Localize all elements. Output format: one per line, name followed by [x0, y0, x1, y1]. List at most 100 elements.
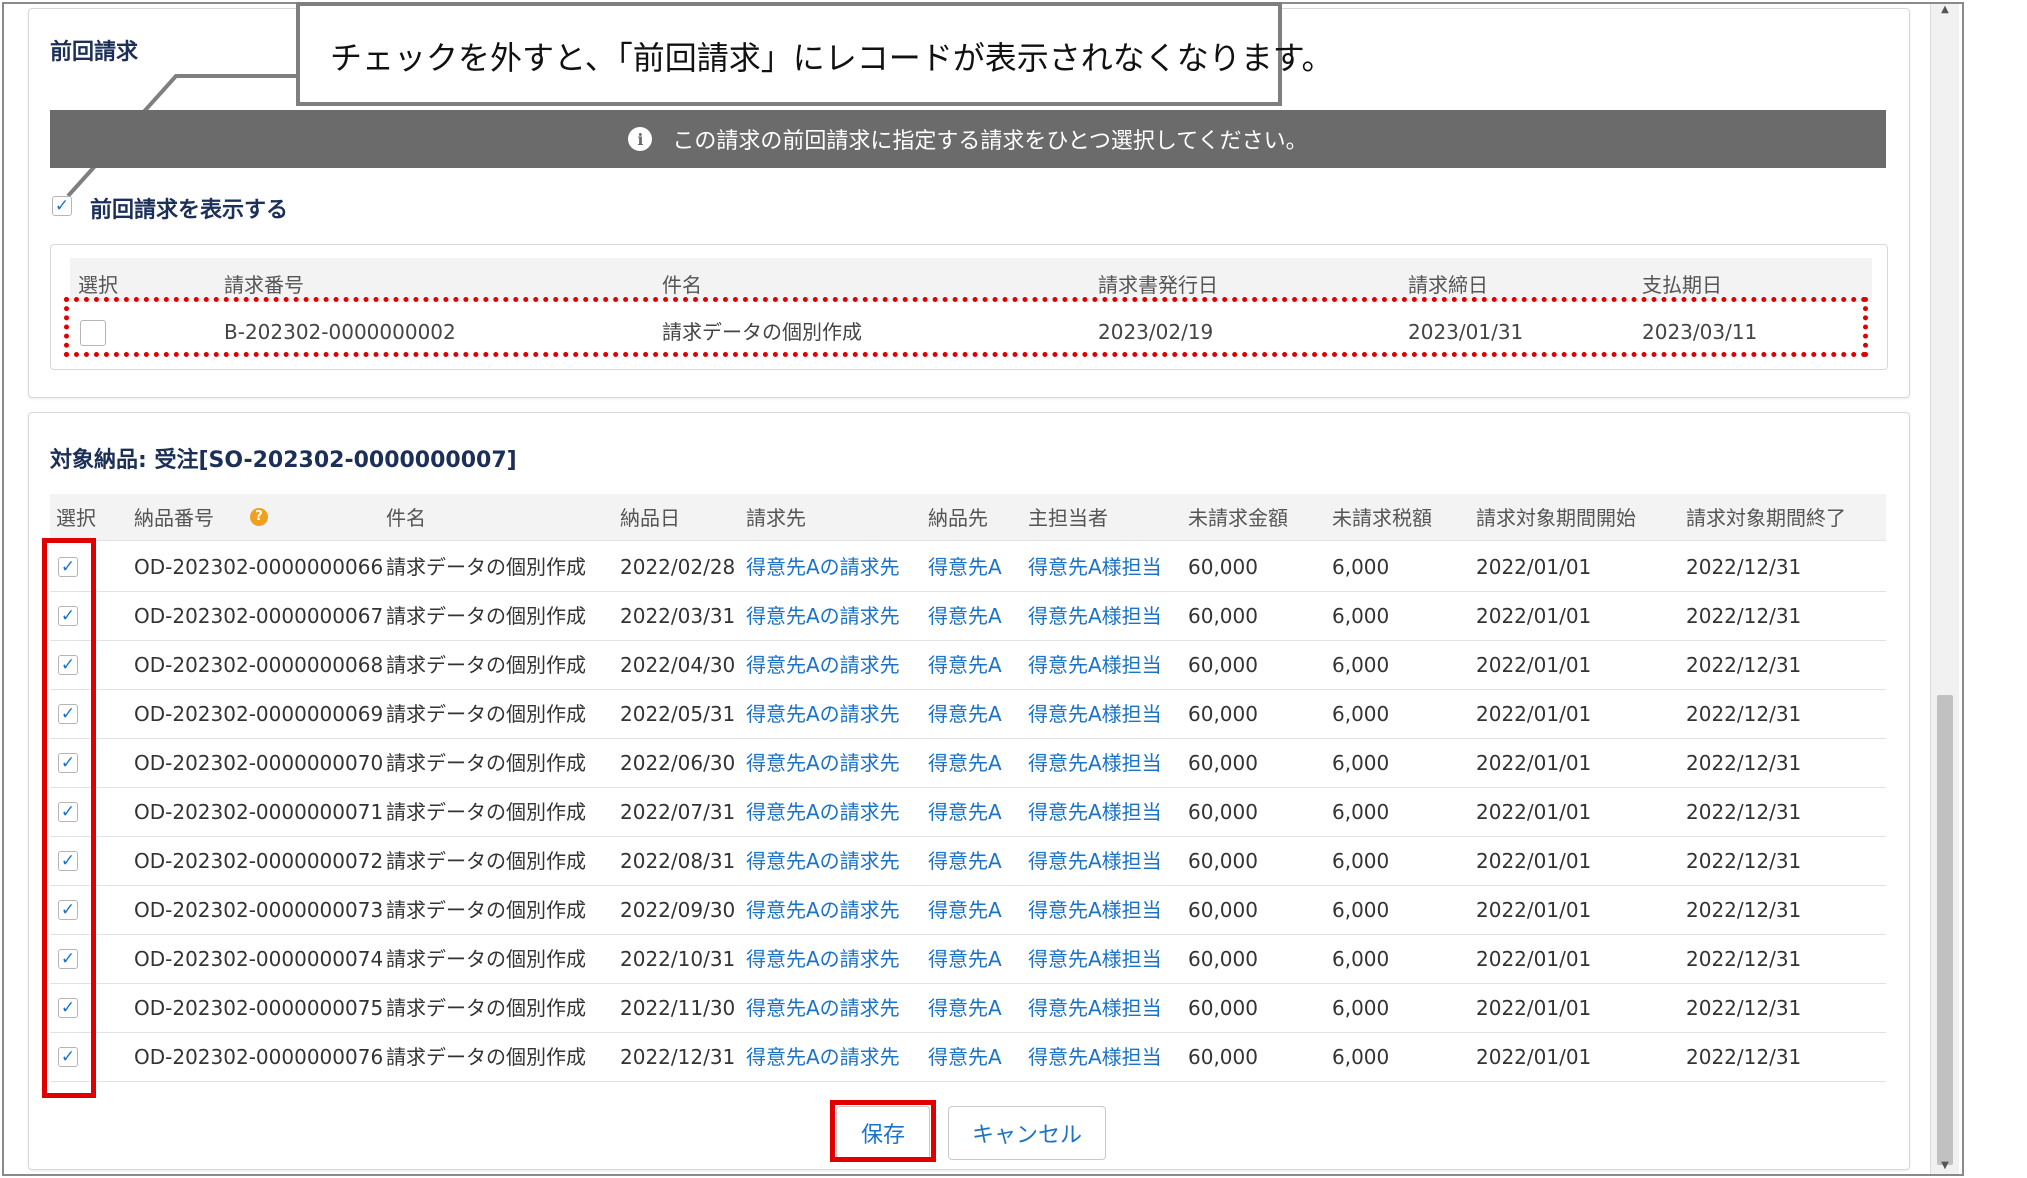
ship-to-link[interactable]: 得意先A [928, 788, 1002, 836]
table-row[interactable]: ✓ OD-202302-0000000069 請求データの個別作成 2022/05/3… [50, 690, 1886, 739]
cancel-button[interactable]: キャンセル [948, 1106, 1106, 1160]
owner-link[interactable]: 得意先A様担当 [1028, 837, 1162, 885]
delivery-date: 2022/03/31 [620, 604, 736, 628]
ship-to-link[interactable]: 得意先A [928, 984, 1002, 1032]
table-row[interactable]: ✓ OD-202302-0000000068 請求データの個別作成 2022/04/3… [50, 641, 1886, 690]
col-unbilled-amount: 未請求金額 [1188, 506, 1288, 530]
delivery-subject: 請求データの個別作成 [386, 702, 586, 726]
ship-to-link[interactable]: 得意先A [928, 543, 1002, 591]
col-subject: 件名 [386, 506, 426, 530]
ship-to-link[interactable]: 得意先A [928, 886, 1002, 934]
period-start: 2022/01/01 [1476, 1045, 1592, 1069]
unbilled-amount: 60,000 [1188, 849, 1258, 873]
period-start: 2022/01/01 [1476, 555, 1592, 579]
show-previous-checkbox[interactable]: ✓ [52, 196, 72, 216]
delivery-subject: 請求データの個別作成 [386, 947, 586, 971]
delivery-table-header: 選択 納品番号 ? 件名 納品日 請求先 納品先 主担当者 未請求金額 未請求税… [50, 494, 1886, 541]
unbilled-amount: 60,000 [1188, 653, 1258, 677]
period-end: 2022/12/31 [1686, 604, 1802, 628]
ship-to-link[interactable]: 得意先A [928, 1033, 1002, 1081]
ship-to-link[interactable]: 得意先A [928, 592, 1002, 640]
owner-link[interactable]: 得意先A様担当 [1028, 690, 1162, 738]
period-start: 2022/01/01 [1476, 800, 1592, 824]
owner-link[interactable]: 得意先A様担当 [1028, 935, 1162, 983]
bill-to-link[interactable]: 得意先Aの請求先 [746, 1033, 900, 1081]
highlight-checkbox-column [42, 538, 96, 1098]
scroll-down-arrow-icon[interactable]: ▼ [1937, 1160, 1953, 1174]
owner-link[interactable]: 得意先A様担当 [1028, 543, 1162, 591]
bill-to-link[interactable]: 得意先Aの請求先 [746, 690, 900, 738]
unbilled-amount: 60,000 [1188, 604, 1258, 628]
delivery-date: 2022/02/28 [620, 555, 736, 579]
ship-to-link[interactable]: 得意先A [928, 690, 1002, 738]
delivery-number: OD-202302-0000000067 [134, 604, 384, 628]
ship-to-link[interactable]: 得意先A [928, 837, 1002, 885]
period-start: 2022/01/01 [1476, 849, 1592, 873]
table-row[interactable]: ✓ OD-202302-0000000070 請求データの個別作成 2022/06/3… [50, 739, 1886, 788]
period-start: 2022/01/01 [1476, 947, 1592, 971]
ship-to-link[interactable]: 得意先A [928, 739, 1002, 787]
delivery-date: 2022/05/31 [620, 702, 736, 726]
unbilled-tax: 6,000 [1332, 996, 1390, 1020]
delivery-date: 2022/09/30 [620, 898, 736, 922]
unbilled-amount: 60,000 [1188, 898, 1258, 922]
unbilled-tax: 6,000 [1332, 604, 1390, 628]
period-start: 2022/01/01 [1476, 702, 1592, 726]
table-row[interactable]: ✓ OD-202302-0000000072 請求データの個別作成 2022/08/3… [50, 837, 1886, 886]
show-previous-label: 前回請求を表示する [90, 198, 289, 223]
delivery-number: OD-202302-0000000074 [134, 947, 384, 971]
table-row[interactable]: ✓ OD-202302-0000000076 請求データの個別作成 2022/12/3… [50, 1033, 1886, 1082]
table-row[interactable]: ✓ OD-202302-0000000067 請求データの個別作成 2022/03/3… [50, 592, 1886, 641]
table-row[interactable]: ✓ OD-202302-0000000074 請求データの個別作成 2022/10/3… [50, 935, 1886, 984]
unbilled-tax: 6,000 [1332, 702, 1390, 726]
annotation-callout: チェックを外すと、「前回請求」にレコードが表示されなくなります。 [296, 2, 1334, 106]
bill-to-link[interactable]: 得意先Aの請求先 [746, 837, 900, 885]
owner-link[interactable]: 得意先A様担当 [1028, 739, 1162, 787]
table-row[interactable]: ✓ OD-202302-0000000071 請求データの個別作成 2022/07/3… [50, 788, 1886, 837]
unbilled-tax: 6,000 [1332, 898, 1390, 922]
col-unbilled-tax: 未請求税額 [1332, 506, 1432, 530]
delivery-subject: 請求データの個別作成 [386, 996, 586, 1020]
delivery-number: OD-202302-0000000072 [134, 849, 384, 873]
owner-link[interactable]: 得意先A様担当 [1028, 984, 1162, 1032]
bill-to-link[interactable]: 得意先Aの請求先 [746, 886, 900, 934]
info-icon: i [628, 127, 653, 151]
info-banner: i この請求の前回請求に指定する請求をひとつ選択してください。 [50, 110, 1886, 168]
bill-to-link[interactable]: 得意先Aの請求先 [746, 592, 900, 640]
delivery-number: OD-202302-0000000066 [134, 555, 384, 579]
delivery-subject: 請求データの個別作成 [386, 604, 586, 628]
bill-to-link[interactable]: 得意先Aの請求先 [746, 984, 900, 1032]
delivery-number: OD-202302-0000000076 [134, 1045, 384, 1069]
table-row[interactable]: ✓ OD-202302-0000000075 請求データの個別作成 2022/11/3… [50, 984, 1886, 1033]
table-row[interactable]: ✓ OD-202302-0000000073 請求データの個別作成 2022/09/3… [50, 886, 1886, 935]
bill-to-link[interactable]: 得意先Aの請求先 [746, 788, 900, 836]
owner-link[interactable]: 得意先A様担当 [1028, 592, 1162, 640]
period-end: 2022/12/31 [1686, 751, 1802, 775]
period-end: 2022/12/31 [1686, 1045, 1802, 1069]
delivery-date: 2022/04/30 [620, 653, 736, 677]
unbilled-amount: 60,000 [1188, 751, 1258, 775]
delivery-subject: 請求データの個別作成 [386, 800, 586, 824]
delivery-date: 2022/07/31 [620, 800, 736, 824]
col-delivery-date: 納品日 [620, 506, 680, 530]
bill-to-link[interactable]: 得意先Aの請求先 [746, 641, 900, 689]
unbilled-tax: 6,000 [1332, 555, 1390, 579]
bill-to-link[interactable]: 得意先Aの請求先 [746, 935, 900, 983]
unbilled-tax: 6,000 [1332, 800, 1390, 824]
owner-link[interactable]: 得意先A様担当 [1028, 886, 1162, 934]
owner-link[interactable]: 得意先A様担当 [1028, 641, 1162, 689]
table-row[interactable]: ✓ OD-202302-0000000066 請求データの個別作成 2022/02/2… [50, 543, 1886, 592]
scrollbar-thumb[interactable] [1937, 695, 1953, 1165]
delivery-subject: 請求データの個別作成 [386, 1045, 586, 1069]
bill-to-link[interactable]: 得意先Aの請求先 [746, 543, 900, 591]
owner-link[interactable]: 得意先A様担当 [1028, 788, 1162, 836]
bill-to-link[interactable]: 得意先Aの請求先 [746, 739, 900, 787]
previous-table-header: 選択 請求番号 件名 請求書発行日 請求締日 支払期日 [70, 258, 1872, 302]
help-icon[interactable]: ? [250, 508, 268, 526]
owner-link[interactable]: 得意先A様担当 [1028, 1033, 1162, 1081]
ship-to-link[interactable]: 得意先A [928, 641, 1002, 689]
delivery-number: OD-202302-0000000073 [134, 898, 384, 922]
delivery-date: 2022/06/30 [620, 751, 736, 775]
unbilled-amount: 60,000 [1188, 555, 1258, 579]
ship-to-link[interactable]: 得意先A [928, 935, 1002, 983]
